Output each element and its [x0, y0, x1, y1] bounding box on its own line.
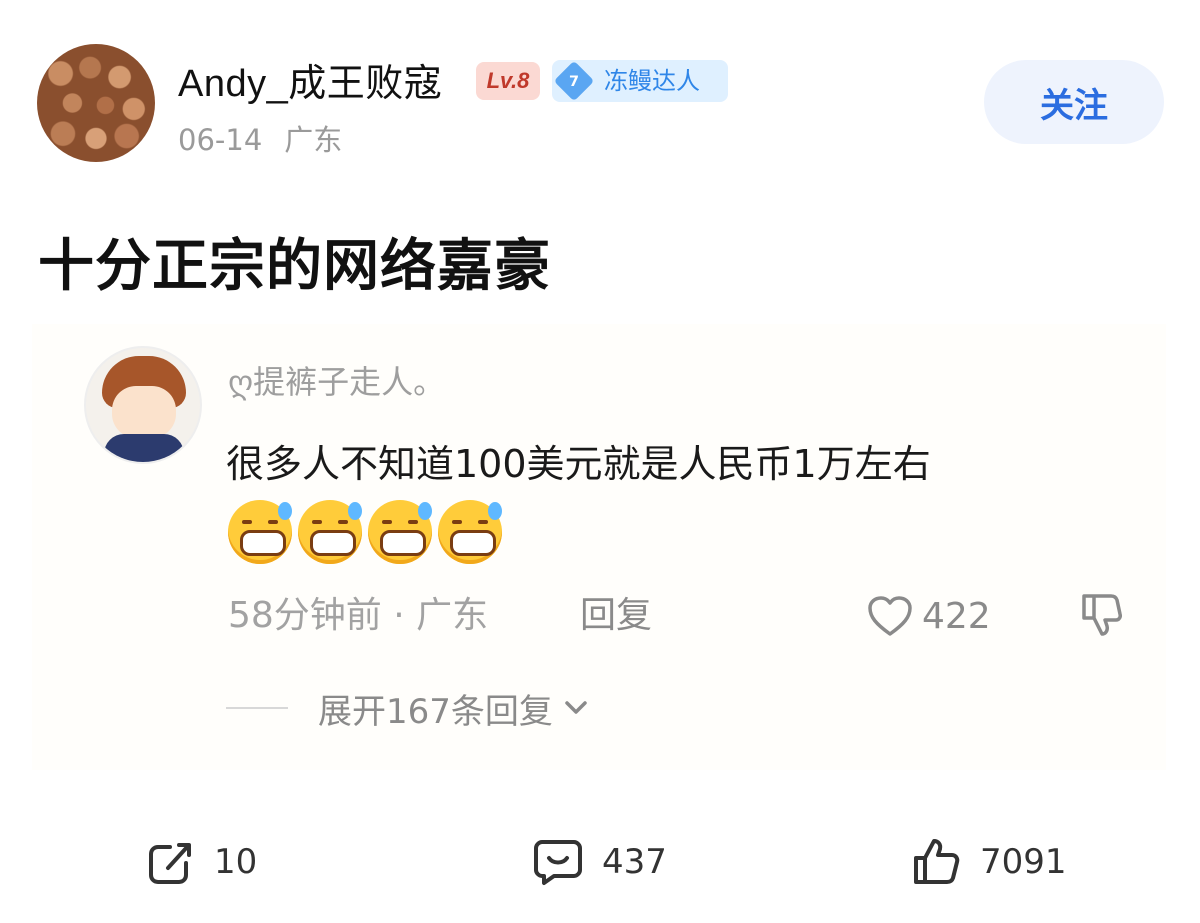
- sweat-grin-emoji-icon: [228, 500, 292, 564]
- follow-button[interactable]: 关注: [984, 60, 1164, 144]
- post-date: 06-14: [178, 123, 263, 157]
- comment-reply-link: 回复: [580, 595, 653, 636]
- comment-bubble-icon: [534, 840, 582, 885]
- author-avatar[interactable]: [37, 44, 155, 162]
- level-badge: Lv.8: [476, 62, 540, 100]
- post-title: 十分正宗的网络嘉豪: [38, 234, 551, 299]
- heart-icon: [868, 596, 912, 636]
- comment-time-location: 58分钟前 · 广东: [228, 595, 489, 636]
- sweat-grin-emoji-icon: [438, 500, 502, 564]
- comment-count: 437: [602, 842, 667, 882]
- share-count: 10: [214, 842, 258, 882]
- sweat-grin-emoji-icon: [298, 500, 362, 564]
- author-name[interactable]: Andy_成王败寇: [178, 62, 442, 106]
- share-icon: [149, 843, 191, 884]
- expand-replies-label: 展开167条回复: [318, 691, 553, 732]
- like-count: 7091: [980, 842, 1067, 882]
- expand-replies: 展开167条回复: [226, 684, 593, 732]
- comment-text: 很多人不知道100美元就是人民币1万左右: [226, 442, 931, 486]
- fan-badge-level: 7: [568, 72, 580, 90]
- fan-badge[interactable]: 7 冻鳗达人: [552, 60, 728, 102]
- thumbs-down-icon: [1082, 594, 1122, 636]
- chevron-down-icon: [565, 701, 587, 714]
- comment-like: 422: [866, 592, 991, 640]
- commenter-avatar: [84, 346, 202, 464]
- comment-like-count: 422: [922, 595, 991, 637]
- embedded-comment-image[interactable]: [32, 324, 1166, 770]
- post-meta: 06-14 广东: [178, 120, 342, 160]
- fan-level-diamond-icon: 7: [553, 60, 595, 102]
- sweat-grin-emoji-icon: [368, 500, 432, 564]
- like-action[interactable]: 7091: [910, 836, 1067, 888]
- comment-emojis: [228, 500, 502, 566]
- commenter-name: ღ提裤子走人。: [228, 363, 446, 401]
- fan-badge-label: 冻鳗达人: [604, 67, 700, 95]
- share-action[interactable]: 10: [146, 836, 257, 888]
- post-location: 广东: [284, 123, 343, 157]
- thumbs-up-icon: [914, 839, 960, 884]
- comment-action[interactable]: 437: [532, 836, 667, 888]
- expand-divider: [226, 707, 288, 709]
